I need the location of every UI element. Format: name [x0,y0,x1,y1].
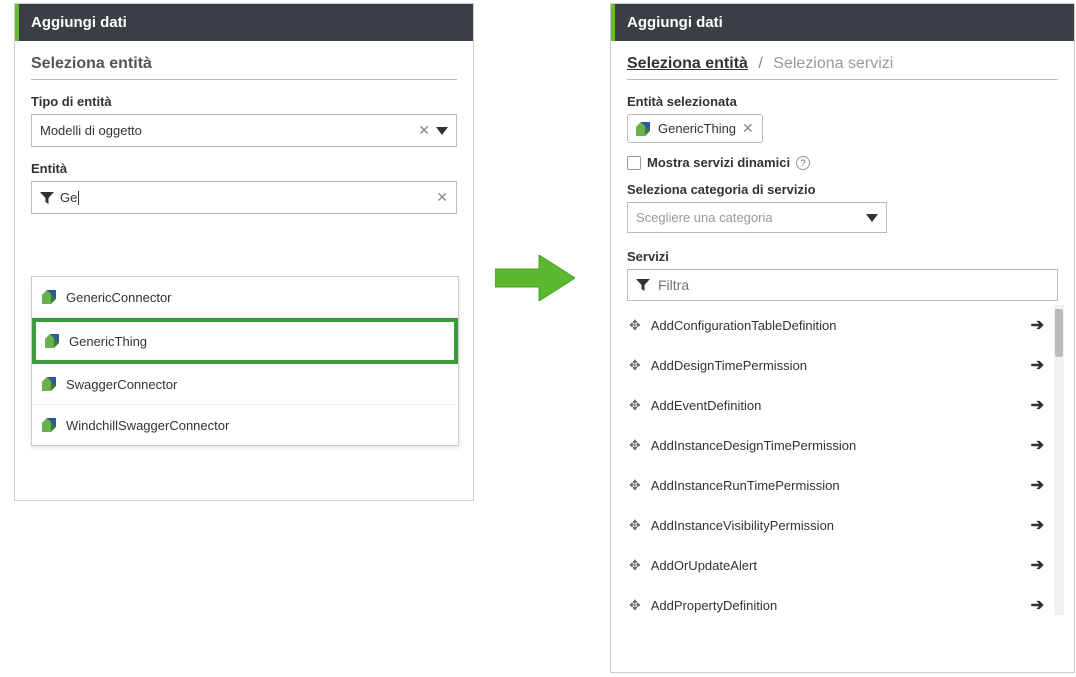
breadcrumb-step-1[interactable]: Seleziona entità [627,55,748,72]
service-row[interactable]: ✥ AddPropertyDefinition ➔ [627,585,1046,625]
service-name: AddInstanceRunTimePermission [651,478,840,493]
add-service-arrow-icon[interactable]: ➔ [1031,515,1044,535]
show-dynamic-checkbox[interactable] [627,156,641,170]
services-filter-input[interactable] [658,277,1049,293]
entity-search-input-box[interactable]: Ge ✕ [31,181,457,214]
service-name: AddConfigurationTableDefinition [651,318,837,333]
drag-handle-icon[interactable]: ✥ [629,557,641,574]
service-name: AddPropertyDefinition [651,598,777,613]
service-row[interactable]: ✥ AddInstanceVisibilityPermission ➔ [627,505,1046,545]
scrollbar-thumb[interactable] [1055,309,1063,357]
service-row[interactable]: ✥ AddConfigurationTableDefinition ➔ [627,305,1046,345]
dropdown-item[interactable]: SwaggerConnector [32,364,458,405]
show-dynamic-label: Mostra servizi dinamici [647,155,790,170]
entity-search-value: Ge [60,190,79,206]
section-title: Seleziona entità [31,55,457,80]
drag-handle-icon[interactable]: ✥ [629,517,641,534]
entity-type-value: Modelli di oggetto [40,123,142,138]
service-row[interactable]: ✥ AddEventDefinition ➔ [627,385,1046,425]
entity-hex-icon [636,121,652,137]
category-caret-icon[interactable] [866,214,878,222]
drag-handle-icon[interactable]: ✥ [629,317,641,334]
dropdown-caret-icon[interactable] [436,127,448,135]
breadcrumb-step-2: Seleziona servizi [773,55,893,72]
dropdown-item[interactable]: WindchillSwaggerConnector [32,405,458,445]
service-name: AddDesignTimePermission [651,358,807,373]
scrollbar-track[interactable] [1054,305,1064,615]
entity-hex-icon [42,417,58,433]
service-name: AddInstanceVisibilityPermission [651,518,834,533]
dropdown-item-label: GenericConnector [66,290,172,305]
entity-hex-icon [45,333,61,349]
service-name: AddOrUpdateAlert [651,558,757,573]
service-row[interactable]: ✥ AddInstanceRunTimePermission ➔ [627,465,1046,505]
entity-hex-icon [42,289,58,305]
drag-handle-icon[interactable]: ✥ [629,397,641,414]
breadcrumb: Seleziona entità / Seleziona servizi [627,55,1058,80]
flow-arrow-icon [495,255,575,301]
entity-type-select[interactable]: Modelli di oggetto ✕ [31,114,457,147]
selected-entity-chip: GenericThing ✕ [627,114,763,143]
drag-handle-icon[interactable]: ✥ [629,357,641,374]
service-row[interactable]: ✥ AddOrUpdateAlert ➔ [627,545,1046,585]
services-label: Servizi [627,249,1058,264]
dropdown-item-label: SwaggerConnector [66,377,177,392]
add-service-arrow-icon[interactable]: ➔ [1031,595,1044,615]
drag-handle-icon[interactable]: ✥ [629,597,641,614]
service-name: AddInstanceDesignTimePermission [651,438,856,453]
show-dynamic-row: Mostra servizi dinamici ? [627,155,1058,170]
selected-entity-label: Entità selezionata [627,94,1058,109]
services-list: ✥ AddConfigurationTableDefinition ➔ ✥ AddDes… [627,305,1046,625]
right-panel-header: Aggiungi dati [611,4,1074,41]
selected-entity-value: GenericThing [658,121,736,136]
add-service-arrow-icon[interactable]: ➔ [1031,355,1044,375]
add-service-arrow-icon[interactable]: ➔ [1031,475,1044,495]
filter-icon [40,192,54,204]
entity-label: Entità [31,161,457,176]
breadcrumb-separator: / [758,55,762,72]
add-service-arrow-icon[interactable]: ➔ [1031,435,1044,455]
category-placeholder: Scegliere una categoria [636,210,773,225]
service-name: AddEventDefinition [651,398,762,413]
drag-handle-icon[interactable]: ✥ [629,477,641,494]
dropdown-item[interactable]: GenericThing [32,318,458,364]
left-panel: Aggiungi dati Seleziona entità Tipo di e… [14,3,474,501]
service-row[interactable]: ✥ AddInstanceDesignTimePermission ➔ [627,425,1046,465]
add-service-arrow-icon[interactable]: ➔ [1031,555,1044,575]
dropdown-item[interactable]: GenericConnector [32,277,458,318]
category-label: Seleziona categoria di servizio [627,182,1058,197]
entity-type-label: Tipo di entità [31,94,457,109]
dropdown-item-label: WindchillSwaggerConnector [66,418,229,433]
clear-entity-search-icon[interactable]: ✕ [436,189,448,206]
entity-dropdown-list: GenericConnector GenericThing SwaggerConne… [31,276,459,446]
entity-hex-icon [42,376,58,392]
category-select[interactable]: Scegliere una categoria [627,202,887,233]
remove-entity-icon[interactable]: ✕ [742,120,754,137]
left-panel-header: Aggiungi dati [15,4,473,41]
right-panel: Aggiungi dati Seleziona entità / Selezio… [610,3,1075,673]
dropdown-item-label: GenericThing [69,334,147,349]
help-icon[interactable]: ? [796,156,810,170]
add-service-arrow-icon[interactable]: ➔ [1031,315,1044,335]
filter-icon [636,279,650,291]
add-service-arrow-icon[interactable]: ➔ [1031,395,1044,415]
clear-entity-type-icon[interactable]: ✕ [418,122,430,139]
drag-handle-icon[interactable]: ✥ [629,437,641,454]
service-row[interactable]: ✥ AddDesignTimePermission ➔ [627,345,1046,385]
services-filter-box[interactable] [627,269,1058,301]
